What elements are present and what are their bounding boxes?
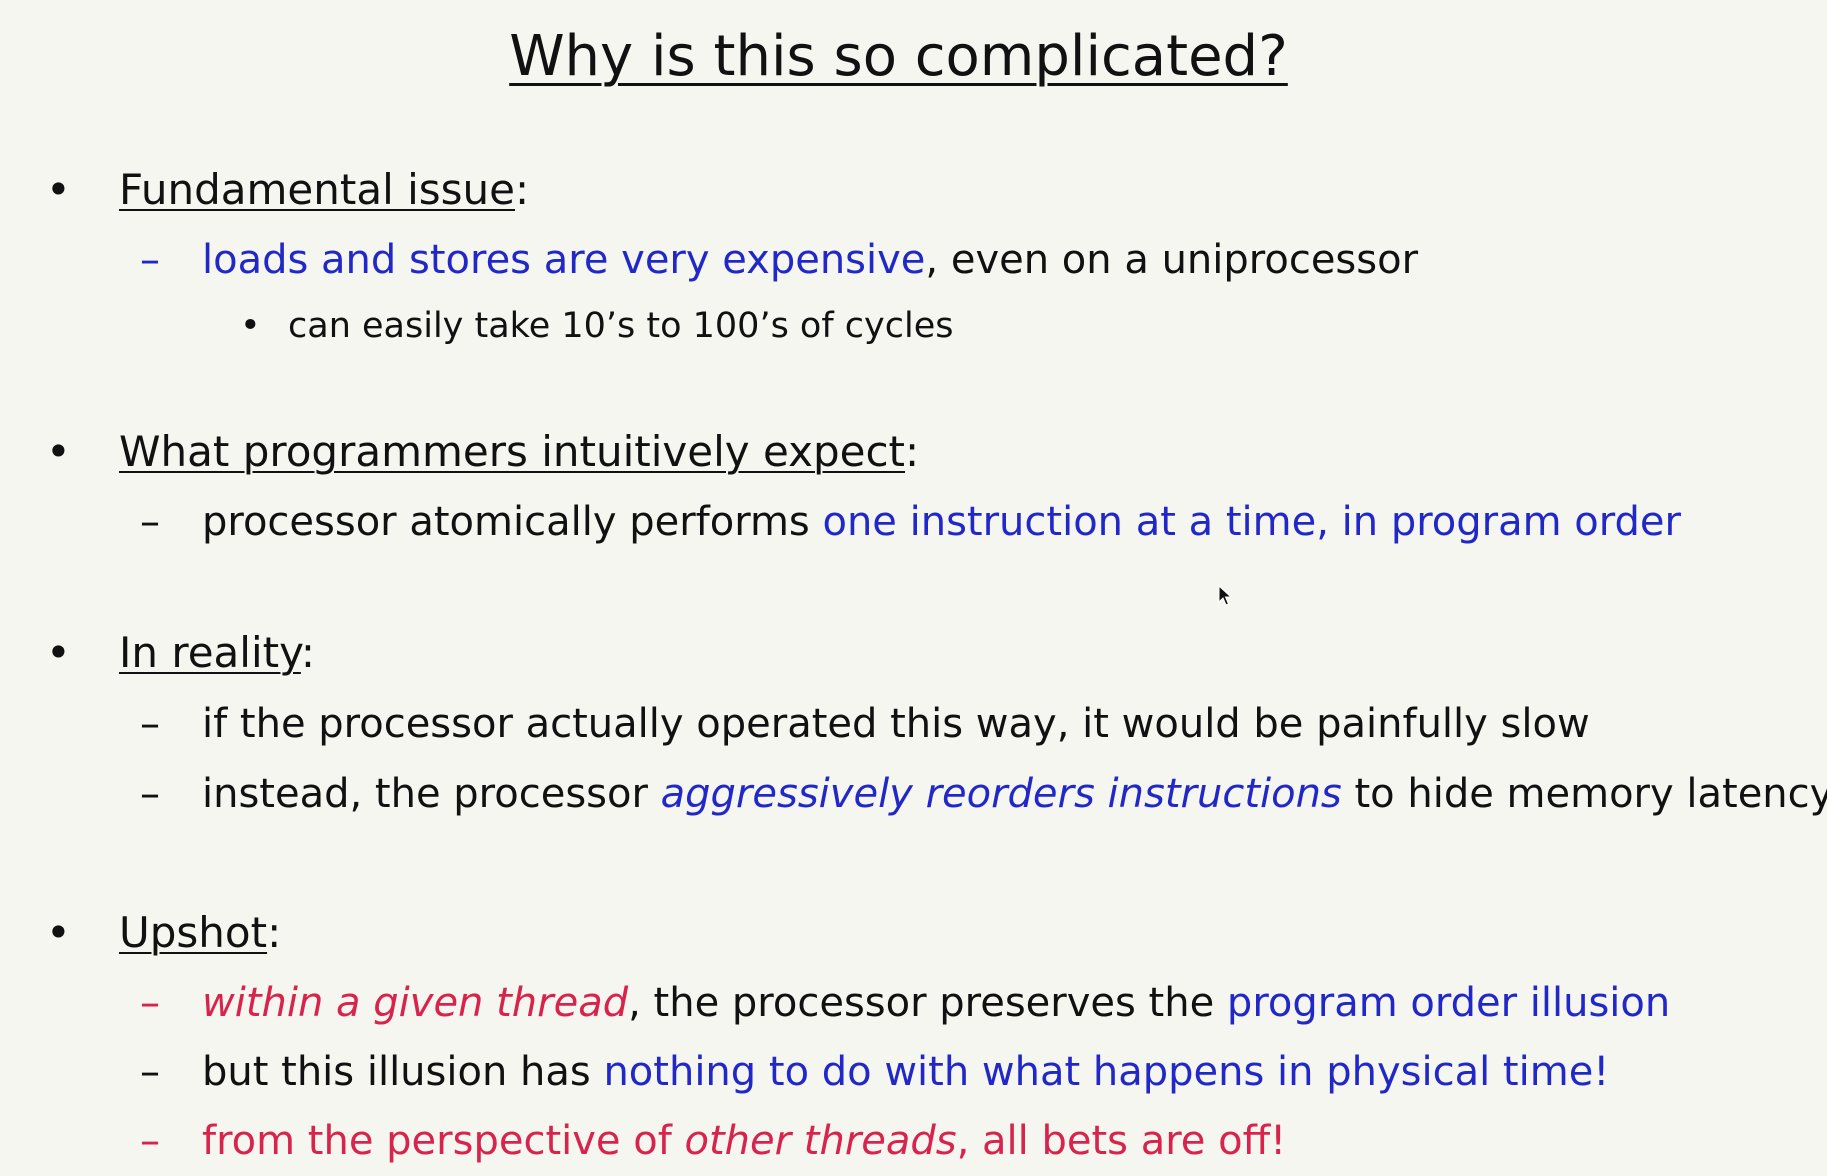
dash-marker: – [140, 237, 160, 283]
text-plain: instead, the processor [202, 771, 661, 817]
text-blue: one instruction at a time, in program or… [822, 499, 1681, 545]
bullet-marker: • [46, 628, 71, 677]
text-plain: , the processor preserves the [628, 980, 1227, 1026]
text-plain: if the processor actually operated this … [202, 701, 1590, 747]
bullet-marker: • [46, 908, 71, 957]
bullet-marker: • [240, 306, 261, 346]
bullet-in-reality: • In reality: [46, 626, 315, 680]
sub-bullet-within-thread: – within a given thread, the processor pr… [140, 977, 1670, 1029]
slide-title: Why is this so complicated? [509, 24, 1288, 89]
mouse-cursor-icon [1218, 585, 1233, 606]
text-plain: , even on a uniprocessor [925, 237, 1419, 283]
sub-bullet-reorders: – instead, the processor aggressively reo… [140, 768, 1827, 820]
text-plain: but this illusion has [202, 1049, 604, 1095]
sub-bullet-other-threads: – from the perspective of other threads, … [140, 1115, 1286, 1167]
heading-upshot: Upshot [119, 908, 268, 957]
text-red: , all bets are off! [956, 1118, 1287, 1164]
dash-marker: – [140, 980, 160, 1026]
heading-colon: : [515, 165, 530, 214]
heading-in-reality: In reality [119, 628, 301, 677]
text-blue: loads and stores are very expensive [202, 237, 926, 283]
heading-colon: : [300, 628, 316, 677]
heading-programmers-expect: What programmers intuitively expect [119, 427, 906, 476]
sub-bullet-physical-time: – but this illusion has nothing to do wit… [140, 1046, 1609, 1098]
bullet-fundamental-issue: • Fundamental issue: [46, 163, 529, 217]
dash-marker: – [140, 1049, 160, 1095]
text-plain: to hide memory latency [1341, 771, 1827, 817]
text-plain: processor atomically performs [202, 499, 823, 545]
sub-bullet-painfully-slow: – if the processor actually operated this… [140, 698, 1590, 750]
bullet-programmers-expect: • What programmers intuitively expect: [46, 425, 919, 479]
text-blue: nothing to do with what happens in physi… [603, 1049, 1610, 1095]
bullet-marker: • [46, 427, 71, 476]
sub-bullet-loads-stores: – loads and stores are very expensive, ev… [140, 234, 1418, 286]
sub-sub-bullet-cycles: • can easily take 10’s to 100’s of cycles [240, 303, 953, 349]
dash-marker: – [140, 771, 160, 817]
text-red: from the perspective of [202, 1118, 685, 1164]
heading-colon: : [905, 427, 920, 476]
heading-fundamental-issue: Fundamental issue [119, 165, 515, 214]
slide: Why is this so complicated? • Fundamental… [0, 0, 1827, 1176]
text-red-italic: within a given thread [202, 980, 629, 1026]
dash-marker: – [140, 1118, 160, 1164]
text-plain: can easily take 10’s to 100’s of cycles [288, 306, 954, 346]
dash-marker: – [140, 701, 160, 747]
text-blue-italic: aggressively reorders instructions [660, 771, 1342, 817]
heading-colon: : [267, 908, 282, 957]
text-blue: program order illusion [1226, 980, 1671, 1026]
sub-bullet-atomic-order: – processor atomically performs one instr… [140, 496, 1681, 548]
dash-marker: – [140, 499, 160, 545]
bullet-upshot: • Upshot: [46, 906, 281, 960]
bullet-marker: • [46, 165, 71, 214]
text-red-italic: other threads [684, 1118, 957, 1164]
